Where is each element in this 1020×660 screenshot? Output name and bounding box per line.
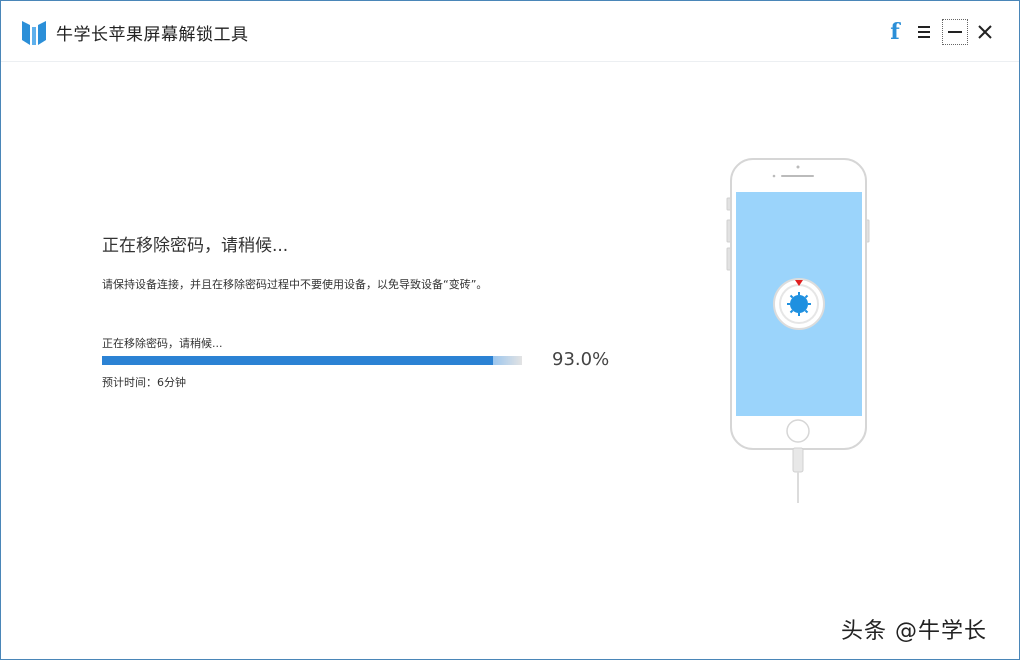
menu-icon[interactable] — [911, 19, 937, 45]
app-title: 牛学长苹果屏幕解锁工具 — [56, 25, 249, 45]
progress-bar — [102, 356, 522, 365]
app-window: 牛学长苹果屏幕解锁工具 f 正在移除密码，请稍候... 请保持设备连接，并且在移… — [0, 0, 1020, 660]
iphone-illustration — [726, 158, 870, 503]
title-bar: 牛学长苹果屏幕解锁工具 f — [1, 1, 1019, 62]
progress-label: 正在移除密码，请稍候... — [102, 337, 223, 350]
app-logo-icon — [22, 21, 46, 45]
progress-bar-fade — [493, 356, 522, 365]
facebook-icon[interactable]: f — [882, 19, 908, 45]
watermark-text: 头条 @牛学长 — [841, 619, 987, 644]
status-description: 请保持设备连接，并且在移除密码过程中不要使用设备，以免导致设备“变砖”。 — [102, 278, 488, 291]
progress-bar-fill — [102, 356, 493, 365]
minimize-icon[interactable] — [942, 19, 968, 45]
estimated-time: 预计时间：6分钟 — [102, 376, 186, 389]
close-icon[interactable] — [972, 19, 998, 45]
progress-percent: 93.0% — [552, 349, 610, 370]
status-heading: 正在移除密码，请稍候... — [102, 236, 289, 256]
